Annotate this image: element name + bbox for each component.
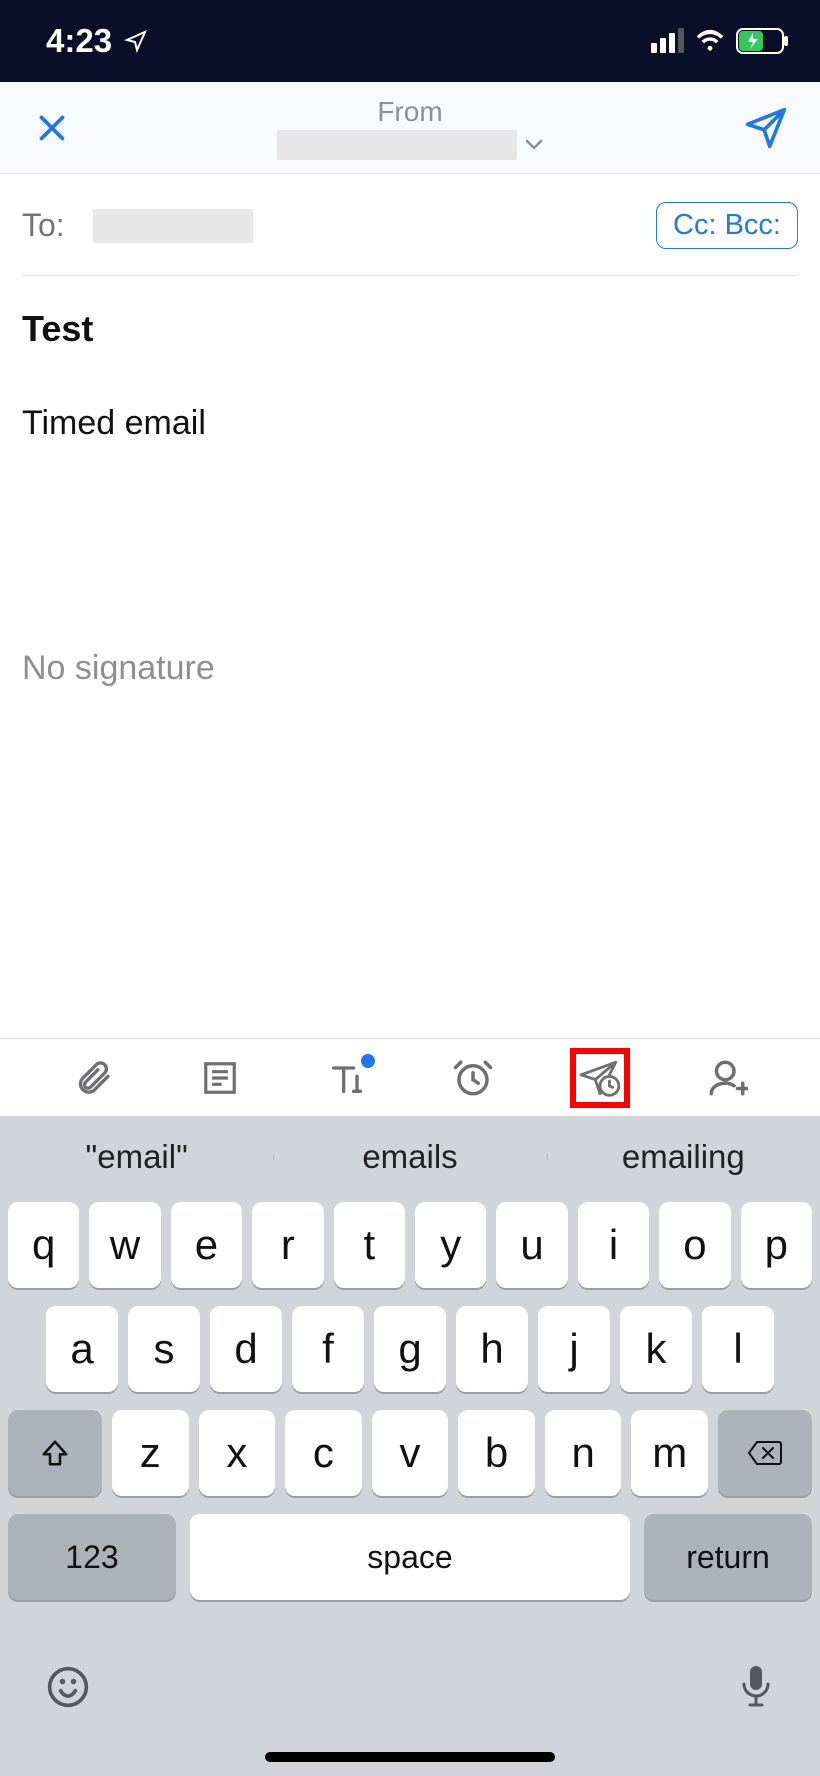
key-c[interactable]: c <box>285 1410 362 1496</box>
key-v[interactable]: v <box>372 1410 449 1496</box>
dictation-button[interactable] <box>738 1663 774 1711</box>
key-row-4: 123 space return <box>8 1514 812 1600</box>
key-row-2: a s d f g h j k l <box>8 1306 812 1392</box>
body-field[interactable]: Timed email <box>0 368 820 461</box>
compose-toolbar <box>0 1038 820 1116</box>
key-o[interactable]: o <box>659 1202 730 1288</box>
keyboard: "email" emails emailing q w e r t y u i … <box>0 1116 820 1776</box>
key-i[interactable]: i <box>578 1202 649 1288</box>
home-indicator[interactable] <box>265 1752 555 1762</box>
shift-icon <box>40 1438 70 1468</box>
key-r[interactable]: r <box>252 1202 323 1288</box>
key-n[interactable]: n <box>545 1410 622 1496</box>
chevron-down-icon <box>525 139 543 151</box>
from-selector[interactable] <box>277 130 543 160</box>
signature-placeholder[interactable]: No signature <box>0 649 820 688</box>
key-a[interactable]: a <box>46 1306 118 1392</box>
key-row-1: q w e r t y u i o p <box>8 1202 812 1288</box>
key-f[interactable]: f <box>292 1306 364 1392</box>
attachment-button[interactable] <box>63 1048 123 1108</box>
from-address-redacted <box>277 130 517 160</box>
battery-icon <box>736 28 790 54</box>
key-m[interactable]: m <box>631 1410 708 1496</box>
backspace-icon <box>747 1439 783 1467</box>
template-button[interactable] <box>190 1048 250 1108</box>
key-u[interactable]: u <box>496 1202 567 1288</box>
key-q[interactable]: q <box>8 1202 79 1288</box>
wifi-icon <box>695 29 725 53</box>
cellular-icon <box>651 29 684 53</box>
location-icon <box>124 29 148 53</box>
notification-dot-icon <box>361 1054 375 1068</box>
suggestion-3[interactable]: emailing <box>547 1138 820 1176</box>
key-w[interactable]: w <box>89 1202 160 1288</box>
suggestion-2[interactable]: emails <box>273 1138 546 1176</box>
to-label: To: <box>22 207 65 244</box>
microphone-icon <box>738 1663 774 1711</box>
key-b[interactable]: b <box>458 1410 535 1496</box>
send-button[interactable] <box>742 104 790 152</box>
numeric-key[interactable]: 123 <box>8 1514 176 1600</box>
key-e[interactable]: e <box>171 1202 242 1288</box>
shift-key[interactable] <box>8 1410 102 1496</box>
to-address-redacted <box>93 209 253 243</box>
key-k[interactable]: k <box>620 1306 692 1392</box>
suggestion-1[interactable]: "email" <box>0 1138 273 1176</box>
key-s[interactable]: s <box>128 1306 200 1392</box>
key-p[interactable]: p <box>741 1202 812 1288</box>
subject-field[interactable]: Test <box>0 276 820 368</box>
emoji-icon <box>46 1665 90 1709</box>
status-time: 4:23 <box>46 22 112 60</box>
emoji-button[interactable] <box>46 1665 90 1709</box>
key-h[interactable]: h <box>456 1306 528 1392</box>
status-bar: 4:23 <box>0 0 820 82</box>
key-y[interactable]: y <box>415 1202 486 1288</box>
key-l[interactable]: l <box>702 1306 774 1392</box>
key-d[interactable]: d <box>210 1306 282 1392</box>
send-later-button[interactable] <box>570 1048 630 1108</box>
backspace-key[interactable] <box>718 1410 812 1496</box>
reminder-button[interactable] <box>443 1048 503 1108</box>
key-g[interactable]: g <box>374 1306 446 1392</box>
key-x[interactable]: x <box>199 1410 276 1496</box>
space-key[interactable]: space <box>190 1514 630 1600</box>
key-j[interactable]: j <box>538 1306 610 1392</box>
compose-header: From <box>0 82 820 174</box>
key-z[interactable]: z <box>112 1410 189 1496</box>
key-row-3: z x c v b n m <box>8 1410 812 1496</box>
from-label: From <box>377 96 442 128</box>
return-key[interactable]: return <box>644 1514 812 1600</box>
to-row[interactable]: To: Cc: Bcc: <box>0 184 820 267</box>
add-contact-button[interactable] <box>697 1048 757 1108</box>
suggestion-bar: "email" emails emailing <box>0 1116 820 1198</box>
cc-bcc-button[interactable]: Cc: Bcc: <box>656 202 798 249</box>
key-t[interactable]: t <box>334 1202 405 1288</box>
close-button[interactable] <box>30 106 74 150</box>
text-format-button[interactable] <box>317 1048 377 1108</box>
